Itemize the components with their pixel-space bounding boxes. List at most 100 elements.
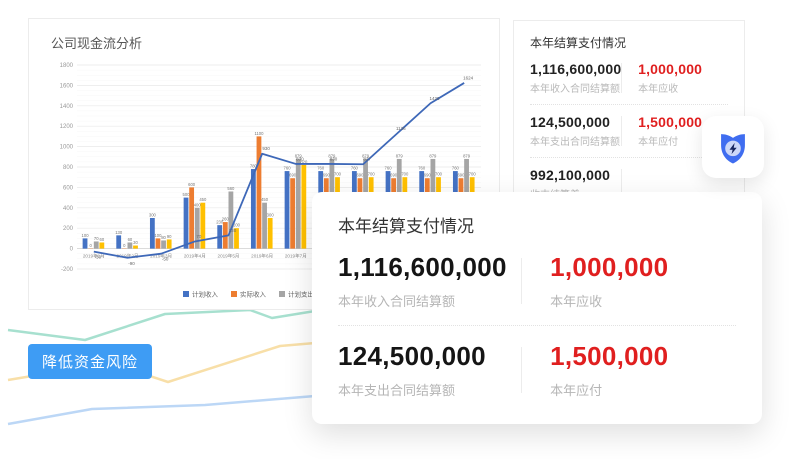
receivable-label: 本年应收 [638,80,728,95]
svg-text:700: 700 [334,172,342,177]
svg-text:690: 690 [457,173,465,178]
blue-line [8,396,315,424]
svg-text:700: 700 [435,172,443,177]
svg-text:2019年5月: 2019年5月 [218,253,240,260]
svg-text:1200: 1200 [60,124,74,130]
svg-text:1425: 1425 [429,96,440,101]
svg-text:0: 0 [89,243,92,248]
svg-text:-30: -30 [95,255,102,260]
svg-text:700: 700 [469,172,477,177]
svg-text:690: 690 [289,173,297,178]
svg-text:计划支出: 计划支出 [288,290,314,299]
svg-text:827: 827 [363,157,371,162]
security-shield-button[interactable] [702,116,764,178]
dotted-divider [530,157,728,158]
income-settlement-value: 1,116,600,000 [530,61,621,77]
popup-receivable-value: 1,000,000 [550,252,736,283]
svg-text:400: 400 [63,206,74,212]
svg-text:1100: 1100 [254,131,264,136]
svg-text:400: 400 [194,202,202,207]
svg-text:830: 830 [296,156,304,161]
svg-text:879: 879 [463,153,471,158]
popup-payable-label: 本年应付 [550,380,736,399]
svg-text:300: 300 [267,213,275,218]
svg-text:760: 760 [317,166,325,171]
panel-row-income: 1,116,600,000 本年收入合同结算额 1,000,000 本年应收 [514,55,744,101]
svg-text:1126: 1126 [396,126,406,131]
svg-text:1400: 1400 [60,104,74,110]
svg-text:-90: -90 [128,261,135,266]
svg-text:760: 760 [351,166,359,171]
popup-row-expense: 124,500,000 本年支出合同结算额 1,500,000 本年应付 [312,328,762,412]
svg-text:30: 30 [133,240,138,245]
svg-text:800: 800 [63,165,74,171]
svg-text:1624: 1624 [463,75,474,80]
svg-text:879: 879 [429,153,437,158]
shield-lightning-icon [711,125,755,169]
popup-receivable-label: 本年应收 [550,291,736,310]
svg-text:计划收入: 计划收入 [192,290,219,299]
svg-text:70: 70 [196,234,202,239]
svg-text:560: 560 [227,186,235,191]
svg-text:760: 760 [418,166,426,171]
expense-settlement-value: 124,500,000 [530,114,621,130]
svg-text:0: 0 [70,247,74,253]
settlement-panel-title: 本年结算支付情况 [514,21,744,55]
svg-text:80: 80 [161,235,166,240]
svg-text:760: 760 [385,166,393,171]
popup-payable-value: 1,500,000 [550,341,736,372]
settlement-popup: 本年结算支付情况 1,116,600,000 本年收入合同结算额 1,000,0… [312,192,762,424]
dotted-divider [530,104,728,105]
reduce-risk-tag[interactable]: 降低资金风险 [28,344,152,379]
svg-text:260: 260 [222,217,230,222]
svg-text:300: 300 [149,213,157,218]
svg-text:879: 879 [396,153,404,158]
receivable-value: 1,000,000 [638,61,728,77]
svg-text:700: 700 [368,172,376,177]
svg-text:70: 70 [94,236,99,241]
svg-text:690: 690 [356,173,364,178]
dashboard-page: 公司现金流分析 -2000200400600800100012001400160… [0,0,792,459]
svg-text:1800: 1800 [60,63,74,69]
popup-expense-settlement-label: 本年支出合同结算额 [338,380,521,399]
svg-text:830: 830 [330,156,338,161]
svg-text:450: 450 [261,197,269,202]
svg-text:2019年4月: 2019年4月 [184,253,206,260]
popup-income-settlement-value: 1,116,600,000 [338,252,521,283]
svg-text:90: 90 [167,234,172,239]
popup-expense-settlement-value: 124,500,000 [338,341,521,372]
svg-text:760: 760 [452,166,460,171]
popup-income-settlement-label: 本年收入合同结算额 [338,291,521,310]
cashflow-card-title: 公司现金流分析 [51,33,142,52]
svg-text:0: 0 [123,243,126,248]
svg-text:450: 450 [199,197,207,202]
svg-text:-50: -50 [162,257,169,262]
svg-text:实际收入: 实际收入 [240,290,267,299]
svg-text:760: 760 [284,166,292,171]
income-settlement-label: 本年收入合同结算额 [530,80,621,95]
svg-text:700: 700 [401,172,409,177]
svg-text:1000: 1000 [60,145,74,151]
svg-text:1600: 1600 [60,83,74,89]
svg-text:-200: -200 [61,267,74,273]
teal-line [8,310,315,340]
svg-text:690: 690 [424,173,432,178]
svg-text:930: 930 [262,146,270,151]
popup-row-income: 1,116,600,000 本年收入合同结算额 1,000,000 本年应收 [312,239,762,323]
svg-text:200: 200 [63,226,74,232]
svg-text:2019年6月: 2019年6月 [251,253,273,260]
dotted-divider [338,325,736,326]
svg-text:130: 130 [229,228,237,233]
svg-text:600: 600 [188,182,196,187]
svg-text:2019年7月: 2019年7月 [285,253,307,260]
svg-text:690: 690 [390,173,398,178]
svg-text:60: 60 [128,237,133,242]
svg-text:690: 690 [323,173,331,178]
balance-value: 992,100,000 [530,167,621,183]
expense-settlement-label: 本年支出合同结算额 [530,133,621,148]
svg-text:600: 600 [63,185,74,191]
popup-title: 本年结算支付情况 [312,192,762,239]
svg-text:500: 500 [183,192,191,197]
svg-text:60: 60 [99,237,104,242]
svg-text:130: 130 [115,230,123,235]
